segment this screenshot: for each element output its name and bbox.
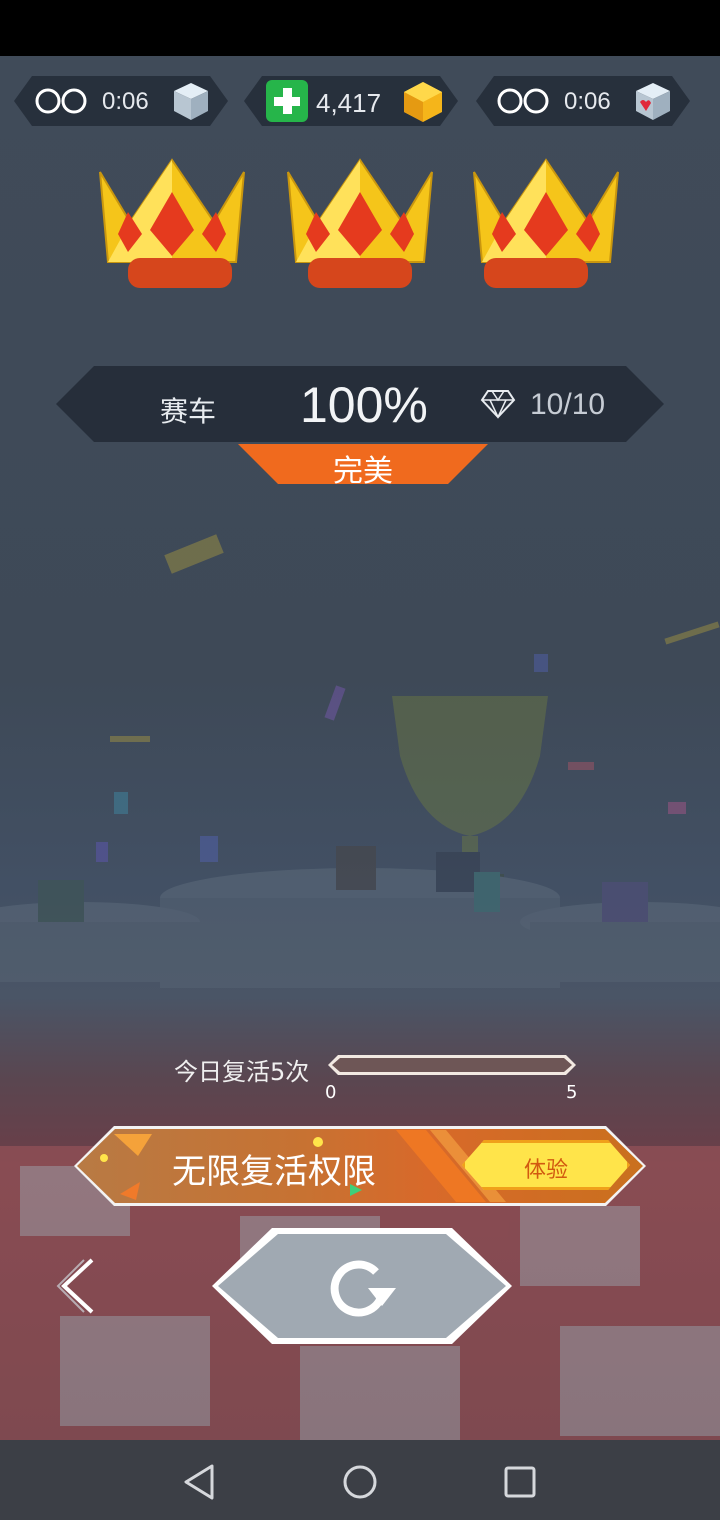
try-button[interactable]: 体验 [462,1140,630,1190]
revive-progress-track [332,1058,572,1072]
infinity-icon [34,88,90,114]
try-button-label: 体验 [523,1158,568,1183]
replay-button[interactable] [212,1228,512,1344]
unlimited-revive-banner[interactable]: 无限复活权限 体验 [74,1126,646,1206]
heart-cube-icon [632,80,674,122]
crown-icon-3 [473,158,619,288]
infinity-icon [496,88,552,114]
diamond-icon [480,388,516,420]
revive-label: 今日复活5次 [174,1058,310,1086]
revive-progress-bar [328,1055,576,1075]
rating-tab: 完美 [238,444,488,484]
hud-coins-pill[interactable]: 4,417 [244,76,458,126]
back-chevron-icon[interactable] [54,1256,100,1316]
left-timer-text: 0:06 [102,88,149,115]
promo-title: 无限复活权限 [172,1152,376,1192]
result-banner: 赛车 100% 10/10 [56,366,664,442]
revive-min: 0 [325,1082,337,1103]
crown-icon-1 [99,158,245,288]
hud-left-timer-pill[interactable]: 0:06 [14,76,228,126]
level-name: 赛车 [160,395,217,428]
plus-icon[interactable] [266,80,308,122]
cube-icon [170,80,212,122]
system-nav-bar [0,1440,720,1520]
status-bar [0,0,720,56]
completion-percent: 100% [300,377,428,433]
recent-square-icon[interactable] [500,1462,540,1502]
coin-gem-icon [400,80,446,124]
gem-count: 10/10 [530,388,606,421]
coin-count-text: 4,417 [316,88,382,118]
hud-right-timer-pill[interactable]: 0:06 [476,76,690,126]
crown-icon-2 [287,158,433,288]
revive-max: 5 [566,1082,578,1103]
back-triangle-icon[interactable] [180,1462,220,1502]
replay-icon [324,1250,400,1322]
right-timer-text: 0:06 [564,88,611,115]
home-circle-icon[interactable] [340,1462,380,1502]
